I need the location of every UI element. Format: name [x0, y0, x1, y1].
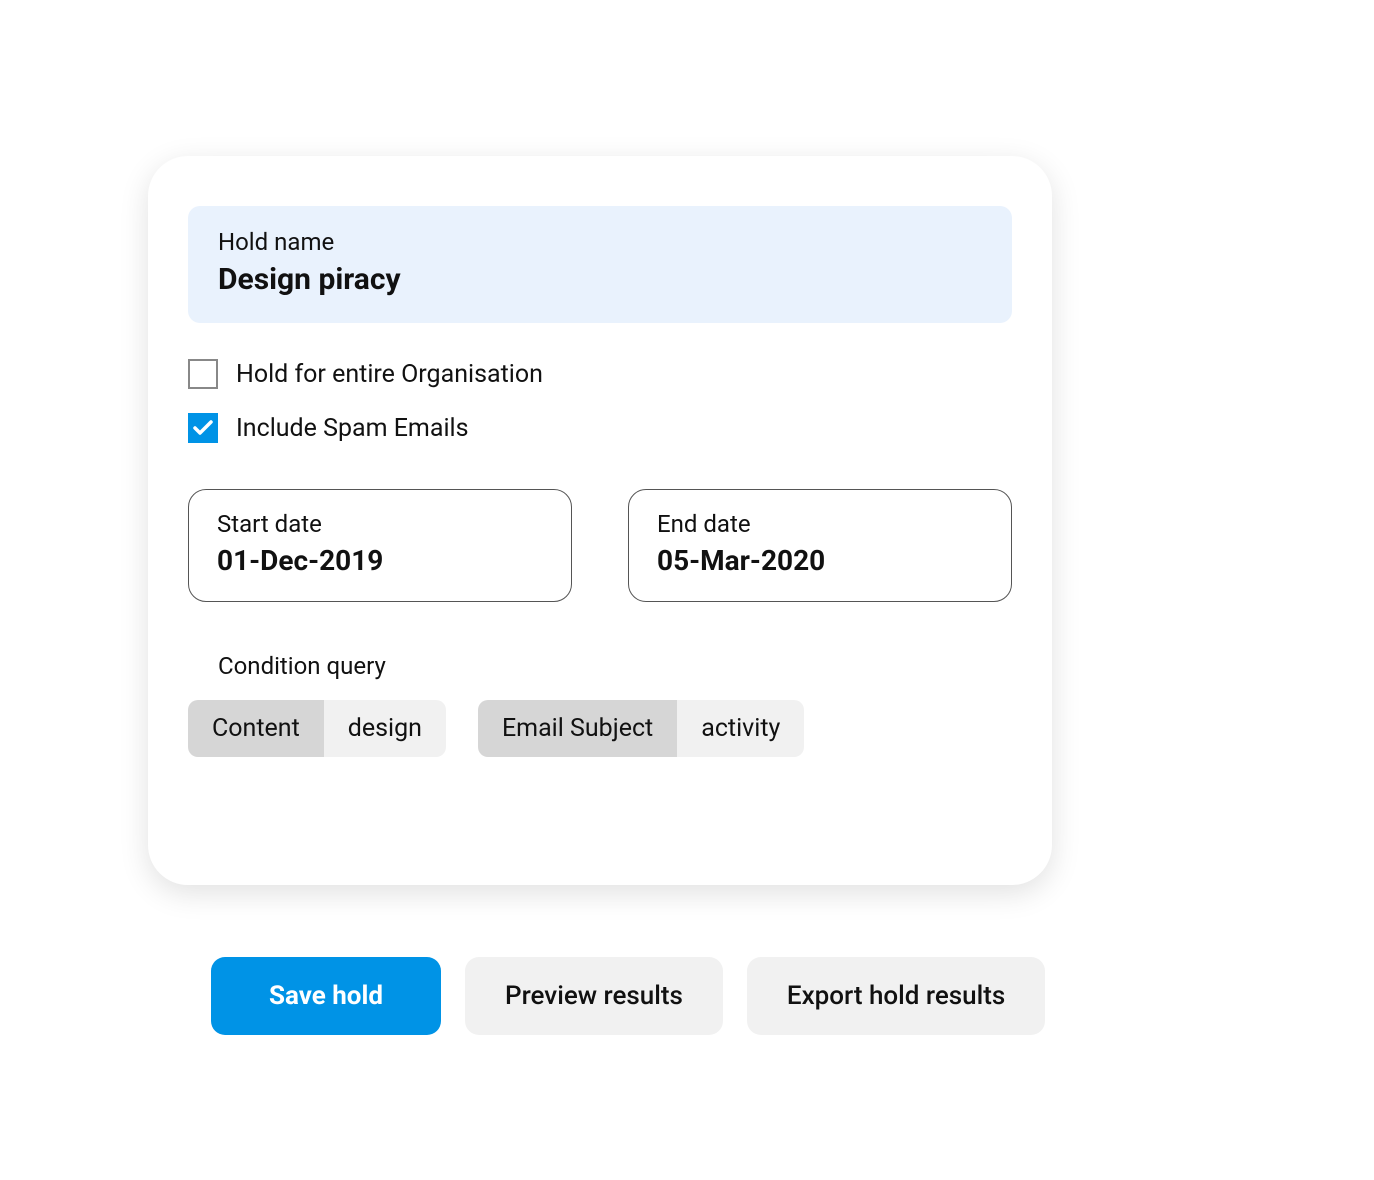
end-date-value: 05-Mar-2020 — [657, 544, 983, 577]
checkbox-include-spam-row[interactable]: Include Spam Emails — [188, 413, 1012, 443]
start-date-value: 01-Dec-2019 — [217, 544, 543, 577]
chip-value: design — [324, 700, 446, 757]
date-range-row: Start date 01-Dec-2019 End date 05-Mar-2… — [188, 489, 1012, 602]
condition-chips-row: Content design Email Subject activity — [188, 700, 1012, 757]
chip-key: Content — [188, 700, 324, 757]
checkbox-include-spam-label: Include Spam Emails — [236, 414, 469, 443]
end-date-field[interactable]: End date 05-Mar-2020 — [628, 489, 1012, 602]
check-icon — [193, 420, 213, 436]
start-date-label: Start date — [217, 510, 543, 538]
checkbox-include-spam[interactable] — [188, 413, 218, 443]
start-date-field[interactable]: Start date 01-Dec-2019 — [188, 489, 572, 602]
hold-name-value: Design piracy — [218, 262, 982, 297]
checkbox-entire-org-row[interactable]: Hold for entire Organisation — [188, 359, 1012, 389]
action-buttons-row: Save hold Preview results Export hold re… — [211, 957, 1045, 1035]
checkbox-entire-org[interactable] — [188, 359, 218, 389]
checkbox-entire-org-label: Hold for entire Organisation — [236, 360, 543, 389]
hold-name-field[interactable]: Hold name Design piracy — [188, 206, 1012, 323]
condition-query-title: Condition query — [218, 652, 1012, 680]
hold-form-card: Hold name Design piracy Hold for entire … — [148, 156, 1052, 885]
preview-results-button[interactable]: Preview results — [465, 957, 723, 1035]
save-hold-button[interactable]: Save hold — [211, 957, 441, 1035]
chip-key: Email Subject — [478, 700, 677, 757]
hold-name-label: Hold name — [218, 228, 982, 256]
export-hold-results-button[interactable]: Export hold results — [747, 957, 1045, 1035]
condition-chip-content[interactable]: Content design — [188, 700, 446, 757]
end-date-label: End date — [657, 510, 983, 538]
chip-value: activity — [677, 700, 804, 757]
condition-query-section: Condition query Content design Email Sub… — [188, 652, 1012, 757]
condition-chip-email-subject[interactable]: Email Subject activity — [478, 700, 804, 757]
